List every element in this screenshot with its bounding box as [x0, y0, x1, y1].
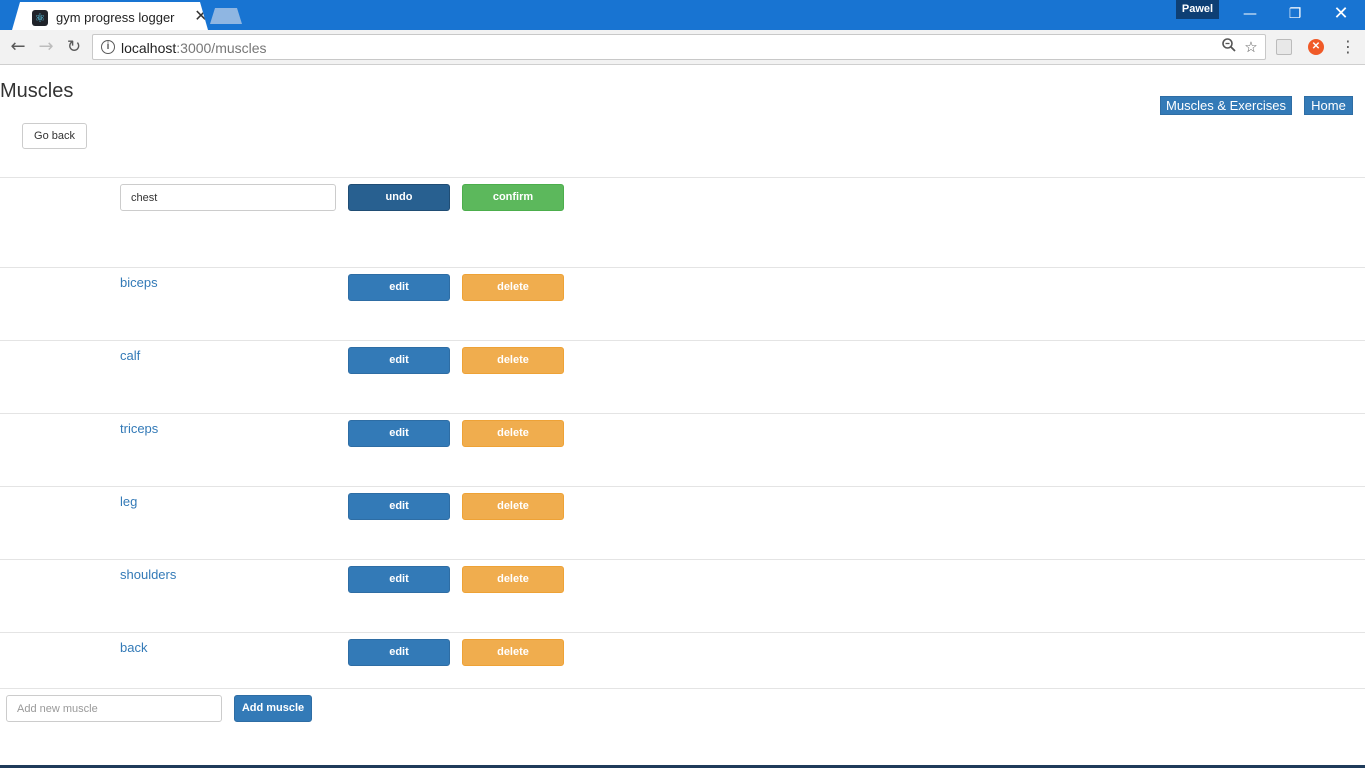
delete-button[interactable]: delete	[462, 493, 564, 520]
divider	[0, 688, 1365, 689]
delete-button[interactable]: delete	[462, 420, 564, 447]
muscle-link[interactable]: back	[120, 640, 147, 655]
divider	[0, 632, 1365, 633]
divider	[0, 267, 1365, 268]
window-close-icon[interactable]: ✕	[1318, 0, 1364, 28]
edit-button[interactable]: edit	[348, 420, 450, 447]
browser-toolbar: ← → ↻ i localhost:3000/muscles ☆ ✕ ⋮	[0, 30, 1365, 65]
browser-titlebar: ⚛ gym progress logger ✕ Pawel — ❐ ✕	[0, 0, 1365, 30]
extension-badge-icon[interactable]: ✕	[1308, 39, 1324, 55]
page-title: Muscles	[0, 80, 74, 102]
muscle-name-edit-input[interactable]	[120, 184, 336, 211]
restore-icon[interactable]: ❐	[1272, 0, 1318, 28]
browser-menu-icon[interactable]: ⋮	[1340, 35, 1356, 59]
muscle-link[interactable]: calf	[120, 348, 140, 363]
forward-arrow-icon[interactable]: →	[34, 35, 58, 59]
undo-button[interactable]: undo	[348, 184, 450, 211]
divider	[0, 177, 1365, 178]
delete-button[interactable]: delete	[462, 274, 564, 301]
new-tab-button[interactable]	[210, 8, 242, 24]
extension-icon[interactable]	[1276, 39, 1292, 55]
tab-close-icon[interactable]: ✕	[193, 7, 208, 25]
back-arrow-icon[interactable]: ←	[6, 35, 30, 59]
go-back-button[interactable]: Go back	[22, 123, 87, 149]
add-muscle-button[interactable]: Add muscle	[234, 695, 312, 722]
delete-button[interactable]: delete	[462, 566, 564, 593]
confirm-button[interactable]: confirm	[462, 184, 564, 211]
muscle-link[interactable]: biceps	[120, 275, 158, 290]
edit-button[interactable]: edit	[348, 566, 450, 593]
page-content: Muscles Go back Muscles & Exercises Home…	[0, 66, 1365, 768]
zoom-icon[interactable]	[1219, 37, 1239, 57]
url-path: :3000/muscles	[176, 40, 267, 56]
muscles-exercises-button[interactable]: Muscles & Exercises	[1160, 96, 1292, 115]
bookmark-star-icon[interactable]: ☆	[1241, 37, 1261, 57]
url-text[interactable]: localhost:3000/muscles	[121, 40, 267, 56]
home-button[interactable]: Home	[1304, 96, 1353, 115]
react-icon: ⚛	[32, 10, 48, 26]
edit-button[interactable]: edit	[348, 493, 450, 520]
add-muscle-input[interactable]	[6, 695, 222, 722]
divider	[0, 340, 1365, 341]
profile-button[interactable]: Pawel	[1176, 0, 1219, 19]
divider	[0, 486, 1365, 487]
browser-tab[interactable]: ⚛ gym progress logger ✕	[12, 2, 208, 30]
edit-button[interactable]: edit	[348, 347, 450, 374]
url-host: localhost	[121, 40, 177, 56]
muscle-link[interactable]: triceps	[120, 421, 158, 436]
delete-button[interactable]: delete	[462, 639, 564, 666]
muscle-link[interactable]: shoulders	[120, 567, 176, 582]
minimize-icon[interactable]: —	[1227, 0, 1273, 28]
edit-button[interactable]: edit	[348, 639, 450, 666]
address-bar[interactable]: i localhost:3000/muscles ☆	[92, 34, 1266, 60]
delete-button[interactable]: delete	[462, 347, 564, 374]
muscle-link[interactable]: leg	[120, 494, 137, 509]
divider	[0, 559, 1365, 560]
tab-title: gym progress logger	[56, 10, 175, 25]
info-icon[interactable]: i	[101, 40, 115, 54]
edit-button[interactable]: edit	[348, 274, 450, 301]
reload-icon[interactable]: ↻	[62, 35, 86, 59]
divider	[0, 413, 1365, 414]
